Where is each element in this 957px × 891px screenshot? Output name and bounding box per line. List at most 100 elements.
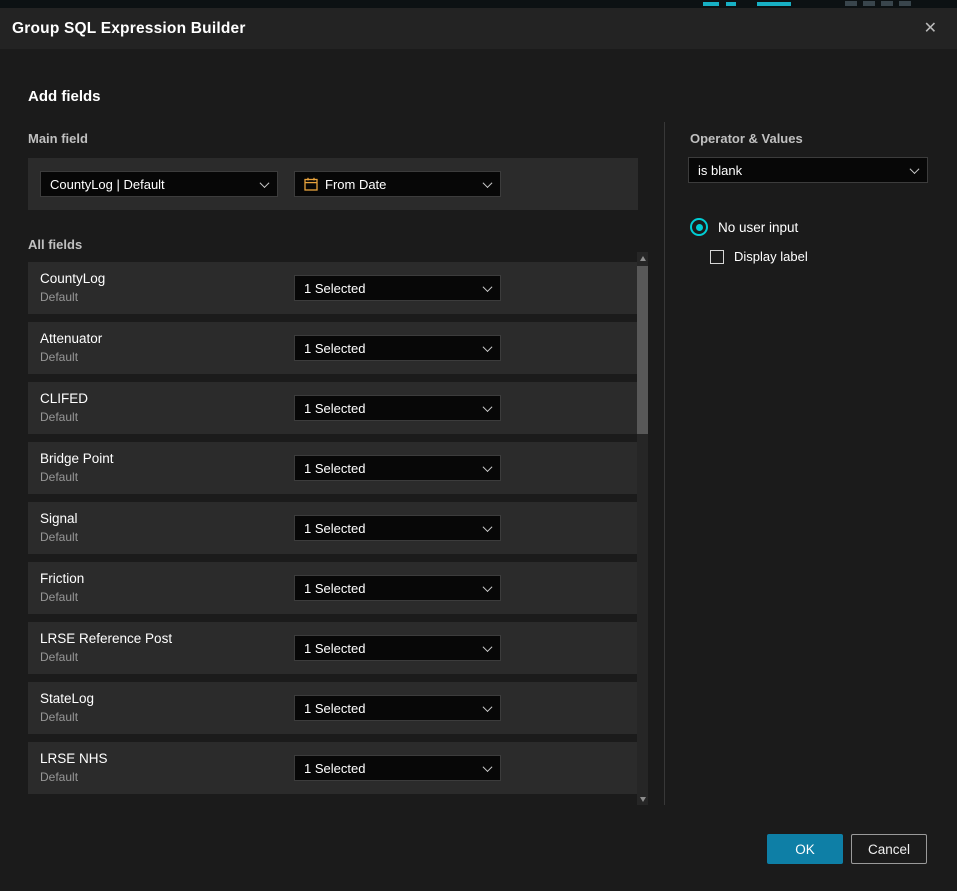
field-row: CLIFED Default 1 Selected bbox=[28, 382, 638, 434]
calendar-icon bbox=[304, 177, 318, 191]
background-fragment bbox=[757, 2, 791, 6]
sql-expression-builder-dialog: Group SQL Expression Builder ✕ Add field… bbox=[0, 8, 957, 891]
chevron-down-icon bbox=[483, 702, 493, 712]
dropdown-value: From Date bbox=[325, 177, 386, 192]
chevron-down-icon bbox=[483, 642, 493, 652]
ok-button[interactable]: OK bbox=[767, 834, 843, 864]
chevron-down-icon bbox=[483, 178, 493, 188]
dropdown-value: 1 Selected bbox=[304, 701, 365, 716]
dropdown-value: 1 Selected bbox=[304, 341, 365, 356]
field-subtitle: Default bbox=[40, 470, 114, 484]
field-subtitle: Default bbox=[40, 590, 84, 604]
field-name: Friction bbox=[40, 571, 84, 586]
field-name: LRSE Reference Post bbox=[40, 631, 172, 646]
chevron-down-icon bbox=[483, 342, 493, 352]
field-subtitle: Default bbox=[40, 770, 108, 784]
no-user-input-radio[interactable]: No user input bbox=[690, 218, 798, 236]
field-subtitle: Default bbox=[40, 410, 88, 424]
dialog-title: Group SQL Expression Builder bbox=[12, 20, 246, 38]
dropdown-value: 1 Selected bbox=[304, 761, 365, 776]
field-subtitle: Default bbox=[40, 650, 172, 664]
field-selection-dropdown[interactable]: 1 Selected bbox=[294, 395, 501, 421]
field-row: CountyLog Default 1 Selected bbox=[28, 262, 638, 314]
checkbox-unchecked-icon bbox=[710, 250, 724, 264]
field-name: CLIFED bbox=[40, 391, 88, 406]
field-row: StateLog Default 1 Selected bbox=[28, 682, 638, 734]
dialog-footer: OK Cancel bbox=[767, 834, 927, 864]
cancel-button[interactable]: Cancel bbox=[851, 834, 927, 864]
dropdown-value: 1 Selected bbox=[304, 641, 365, 656]
field-name: LRSE NHS bbox=[40, 751, 108, 766]
all-fields-label: All fields bbox=[28, 237, 82, 252]
scrollbar[interactable] bbox=[637, 252, 648, 805]
field-selection-dropdown[interactable]: 1 Selected bbox=[294, 515, 501, 541]
field-name: Attenuator bbox=[40, 331, 102, 346]
radio-selected-icon bbox=[690, 218, 708, 236]
field-info: Signal Default bbox=[40, 511, 78, 544]
checkbox-label: Display label bbox=[734, 249, 808, 264]
dropdown-value: CountyLog | Default bbox=[50, 177, 165, 192]
dropdown-value: 1 Selected bbox=[304, 461, 365, 476]
background-fragment bbox=[845, 1, 857, 6]
chevron-down-icon bbox=[483, 582, 493, 592]
main-field-field-dropdown[interactable]: From Date bbox=[294, 171, 501, 197]
background-app-strip bbox=[0, 0, 957, 8]
dropdown-value: 1 Selected bbox=[304, 281, 365, 296]
scrollbar-down-arrow[interactable] bbox=[637, 793, 648, 805]
dialog-body: Add fields Main field CountyLog | Defaul… bbox=[0, 49, 957, 891]
field-row: LRSE NHS Default 1 Selected bbox=[28, 742, 638, 794]
chevron-down-icon bbox=[260, 178, 270, 188]
field-info: CLIFED Default bbox=[40, 391, 88, 424]
field-selection-dropdown[interactable]: 1 Selected bbox=[294, 635, 501, 661]
operator-dropdown[interactable]: is blank bbox=[688, 157, 928, 183]
field-selection-dropdown[interactable]: 1 Selected bbox=[294, 335, 501, 361]
chevron-down-icon bbox=[483, 522, 493, 532]
dialog-titlebar: Group SQL Expression Builder ✕ bbox=[0, 8, 957, 49]
field-selection-dropdown[interactable]: 1 Selected bbox=[294, 455, 501, 481]
background-fragment bbox=[726, 2, 736, 6]
field-selection-dropdown[interactable]: 1 Selected bbox=[294, 275, 501, 301]
field-selection-dropdown[interactable]: 1 Selected bbox=[294, 695, 501, 721]
chevron-down-icon bbox=[483, 402, 493, 412]
chevron-down-icon bbox=[483, 282, 493, 292]
field-subtitle: Default bbox=[40, 530, 78, 544]
field-subtitle: Default bbox=[40, 290, 105, 304]
field-info: Attenuator Default bbox=[40, 331, 102, 364]
field-selection-dropdown[interactable]: 1 Selected bbox=[294, 755, 501, 781]
field-name: Signal bbox=[40, 511, 78, 526]
vertical-divider bbox=[664, 122, 665, 805]
dropdown-value: 1 Selected bbox=[304, 401, 365, 416]
field-selection-dropdown[interactable]: 1 Selected bbox=[294, 575, 501, 601]
field-row: Signal Default 1 Selected bbox=[28, 502, 638, 554]
chevron-down-icon bbox=[483, 462, 493, 472]
main-field-panel: CountyLog | Default From Date bbox=[28, 158, 638, 210]
operator-values-label: Operator & Values bbox=[690, 131, 803, 146]
field-subtitle: Default bbox=[40, 350, 102, 364]
display-label-checkbox[interactable]: Display label bbox=[710, 249, 808, 264]
triangle-down-icon bbox=[640, 797, 646, 802]
radio-dot bbox=[696, 224, 703, 231]
dropdown-value: 1 Selected bbox=[304, 521, 365, 536]
background-fragment bbox=[703, 2, 719, 6]
field-name: CountyLog bbox=[40, 271, 105, 286]
field-info: StateLog Default bbox=[40, 691, 94, 724]
field-name: Bridge Point bbox=[40, 451, 114, 466]
background-fragment bbox=[863, 1, 875, 6]
dropdown-value: 1 Selected bbox=[304, 581, 365, 596]
field-info: Bridge Point Default bbox=[40, 451, 114, 484]
field-info: Friction Default bbox=[40, 571, 84, 604]
field-info: CountyLog Default bbox=[40, 271, 105, 304]
main-field-label: Main field bbox=[28, 131, 88, 146]
field-name: StateLog bbox=[40, 691, 94, 706]
screen: Group SQL Expression Builder ✕ Add field… bbox=[0, 0, 957, 891]
chevron-down-icon bbox=[910, 164, 920, 174]
field-info: LRSE Reference Post Default bbox=[40, 631, 172, 664]
main-field-source-dropdown[interactable]: CountyLog | Default bbox=[40, 171, 278, 197]
close-icon[interactable]: ✕ bbox=[920, 19, 941, 39]
chevron-down-icon bbox=[483, 762, 493, 772]
scrollbar-thumb[interactable] bbox=[637, 266, 648, 434]
field-row: Attenuator Default 1 Selected bbox=[28, 322, 638, 374]
field-subtitle: Default bbox=[40, 710, 94, 724]
scrollbar-up-arrow[interactable] bbox=[637, 252, 648, 264]
field-info: LRSE NHS Default bbox=[40, 751, 108, 784]
